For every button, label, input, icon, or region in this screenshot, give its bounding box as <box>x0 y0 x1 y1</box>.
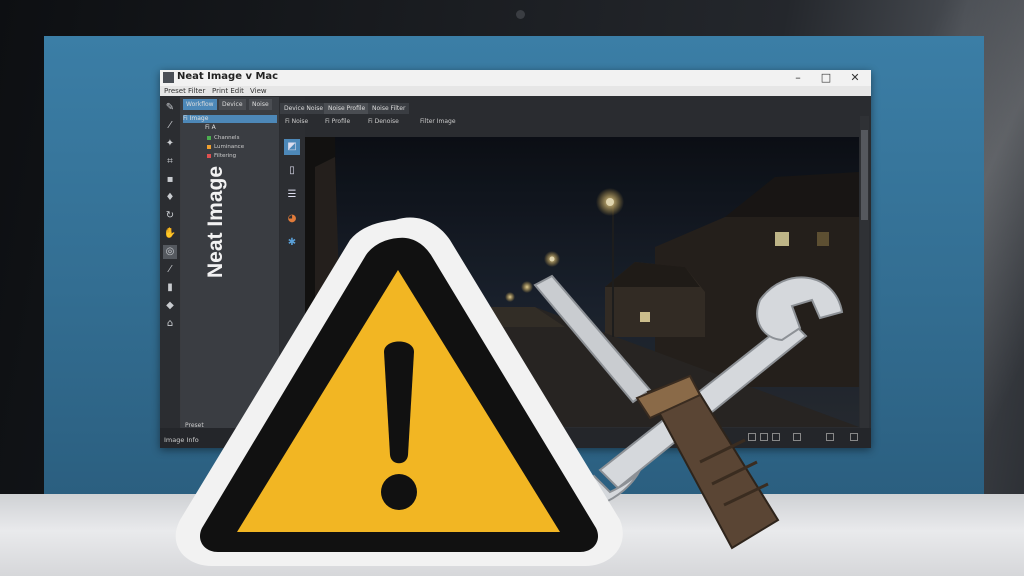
warning-overlay <box>175 217 844 567</box>
warning-triangle-icon <box>175 217 623 567</box>
monitor-frame: Neat Image v Mac – □ ✕ Preset Filter Pri… <box>0 0 1024 576</box>
